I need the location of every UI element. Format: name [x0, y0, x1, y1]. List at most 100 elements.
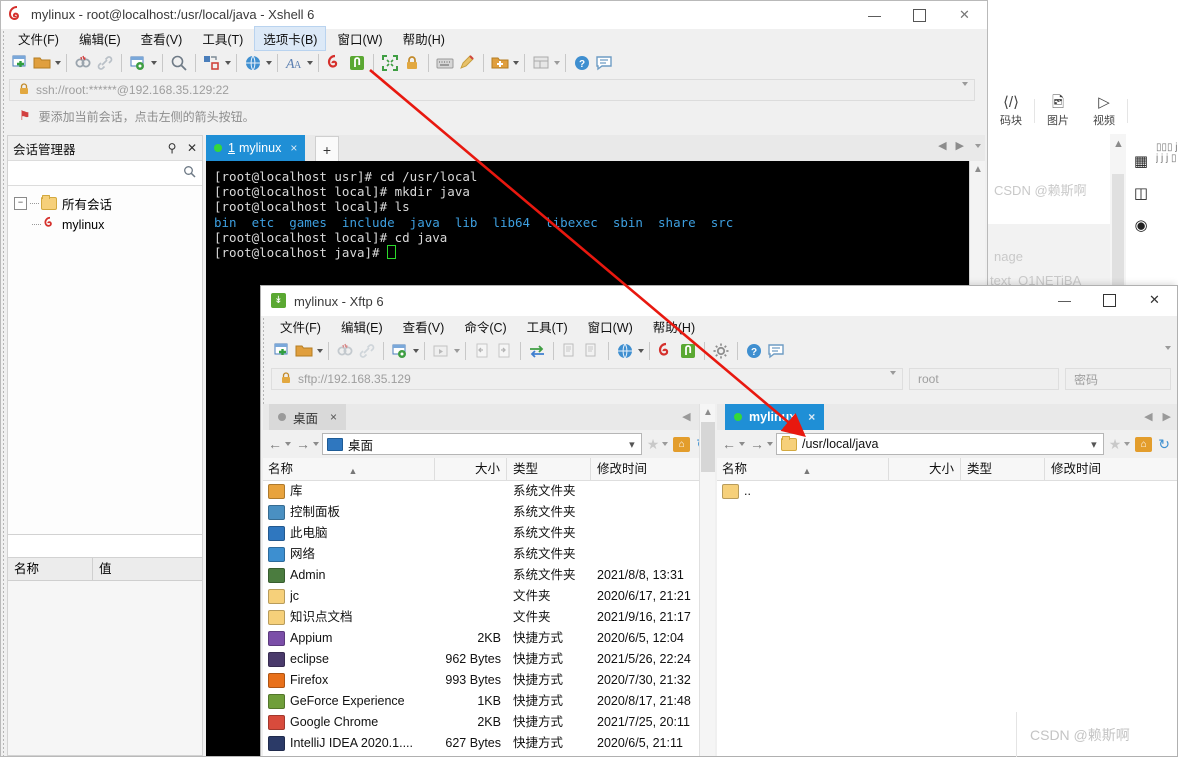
menu-tools[interactable]: 工具(T) [193, 26, 252, 51]
remote-path-input[interactable]: /usr/local/java ▾ [776, 433, 1104, 455]
open-folder-icon[interactable] [31, 52, 53, 74]
tab-close-icon[interactable]: × [330, 410, 337, 424]
table-row[interactable]: 控制面板 系统文件夹 [263, 502, 715, 523]
scrollbar-thumb[interactable] [701, 422, 715, 472]
remote-file-list[interactable]: .. [717, 481, 1177, 502]
properties-dropdown-icon[interactable] [413, 349, 419, 353]
tab-scroll-left-icon[interactable]: ◀ [938, 139, 946, 152]
scroll-up-icon[interactable]: ▲ [703, 407, 713, 418]
search-icon[interactable] [168, 52, 190, 74]
globe-icon[interactable] [614, 340, 636, 362]
column-modified[interactable]: 修改时间 [591, 458, 715, 480]
home-folder-icon[interactable]: ⌂ [673, 436, 691, 452]
column-size[interactable]: 大小 [435, 458, 507, 480]
menu-edit[interactable]: 编辑(E) [70, 26, 130, 51]
keyboard-icon[interactable] [434, 52, 456, 74]
add-folder-dropdown-icon[interactable] [513, 61, 519, 65]
forward-dropdown-icon[interactable] [313, 442, 319, 446]
fullscreen-icon[interactable] [379, 52, 401, 74]
sync-transfer-icon[interactable] [526, 340, 548, 362]
table-row[interactable]: Firefox 993 Bytes 快捷方式 2020/7/30, 21:32 [263, 670, 715, 691]
terminal-tab-strip[interactable]: 1 mylinux × + ◀ ▶ [206, 135, 985, 162]
menu-edit[interactable]: 编辑(E) [332, 314, 392, 339]
transfer-left-icon[interactable] [471, 340, 493, 362]
video-icon[interactable]: ▷ 视频 [1081, 95, 1127, 128]
close-button[interactable]: ✕ [942, 1, 987, 29]
disconnect-icon[interactable] [72, 52, 94, 74]
transfer-dropdown-icon[interactable] [225, 61, 231, 65]
layout-icon[interactable] [530, 52, 552, 74]
menu-tabs[interactable]: 选项卡(B) [254, 25, 327, 51]
tab-close-icon[interactable]: × [290, 141, 297, 155]
xshell-window-buttons[interactable]: — ✕ [852, 1, 987, 29]
tab-mylinux[interactable]: 1 mylinux × [206, 135, 306, 161]
minimize-button[interactable]: — [1042, 286, 1087, 314]
expand-collapse-icon[interactable]: − [14, 197, 27, 210]
xftp-local-pane[interactable]: 桌面 × ◀ ▶ ← → 桌面 ▾ ★ ⌂ ↻ 名称 [263, 404, 715, 756]
xftp-window-buttons[interactable]: — ✕ [1042, 286, 1177, 314]
local-list-header[interactable]: 名称 ▲ 大小 类型 修改时间 [263, 458, 715, 481]
font-dropdown-icon[interactable] [307, 61, 313, 65]
column-type[interactable]: 类型 [507, 458, 591, 480]
new-session-icon[interactable] [9, 52, 31, 74]
highlight-pen-icon[interactable] [456, 52, 478, 74]
menu-file[interactable]: 文件(F) [9, 26, 68, 51]
menu-tools[interactable]: 工具(T) [518, 314, 577, 339]
xshell-address-bar[interactable]: ssh://root:******@192.168.35.129:22 [9, 79, 975, 101]
globe-icon[interactable] [242, 52, 264, 74]
session-properties-icon[interactable] [127, 52, 149, 74]
xftp-title-bar[interactable]: ↡ mylinux - Xftp 6 — ✕ [261, 286, 1177, 316]
forward-dropdown-icon[interactable] [767, 442, 773, 446]
disconnect-icon[interactable] [334, 340, 356, 362]
bookmark-dropdown-icon[interactable] [1124, 442, 1131, 446]
url-dropdown-icon[interactable] [888, 371, 896, 389]
open-folder-icon[interactable] [293, 340, 315, 362]
back-dropdown-icon[interactable] [285, 442, 291, 446]
session-manager-close-icon[interactable]: ✕ [182, 141, 202, 155]
scroll-up-icon[interactable]: ▲ [973, 164, 983, 175]
toolbar-overflow-icon[interactable] [1165, 346, 1171, 350]
column-name[interactable]: 名称 ▲ [263, 458, 435, 480]
settings-gear-icon[interactable] [710, 340, 732, 362]
column-name[interactable]: 名称 ▲ [717, 458, 889, 480]
minimize-button[interactable]: — [852, 1, 897, 29]
layout-single-icon[interactable]: ▦ [1134, 152, 1148, 170]
menu-view[interactable]: 查看(V) [132, 26, 192, 51]
forward-button[interactable]: → [748, 434, 766, 454]
session-properties-icon[interactable] [389, 340, 411, 362]
xshell-menu-bar[interactable]: 文件(F) 编辑(E) 查看(V) 工具(T) 选项卡(B) 窗口(W) 帮助(… [9, 25, 985, 51]
xftp-app-icon[interactable] [677, 340, 699, 362]
session-properties-panel[interactable]: 名称 值 [7, 535, 203, 756]
copy-icon[interactable] [559, 340, 581, 362]
menu-help[interactable]: 帮助(H) [644, 314, 704, 339]
table-row[interactable]: 库 系统文件夹 [263, 481, 715, 502]
local-file-list[interactable]: 库系统文件夹 控制面板 系统文件夹 此电脑 系统文件夹 网络 系统文件夹 Admin 系统文件夹… [263, 481, 715, 754]
maximize-button[interactable] [897, 1, 942, 29]
menu-window[interactable]: 窗口(W) [328, 26, 391, 51]
home-folder-icon[interactable]: ⌂ [1135, 436, 1153, 452]
table-row[interactable]: jc 文件夹 2020/6/17, 21:21 [263, 586, 715, 607]
xftp-connection-bar[interactable]: sftp://192.168.35.129 root 密码 [271, 368, 1171, 390]
column-type[interactable]: 类型 [961, 458, 1045, 480]
remote-list-header[interactable]: 名称 ▲ 大小 类型 修改时间 [717, 458, 1177, 481]
tab-nav-controls[interactable]: ◀ ▶ [938, 139, 981, 152]
xftp-username-field[interactable]: root [909, 368, 1059, 390]
scroll-up-icon[interactable]: ▲ [1113, 138, 1124, 150]
table-row[interactable]: 网络 系统文件夹 [263, 544, 715, 565]
pin-icon[interactable]: ⚲ [162, 141, 182, 155]
session-search-box[interactable] [8, 161, 202, 186]
tab-scroll-left-icon[interactable]: ◀ [1144, 410, 1152, 423]
xftp-password-field[interactable]: 密码 [1065, 368, 1171, 390]
local-scrollbar[interactable]: ▲ [699, 404, 715, 756]
properties-dropdown-icon[interactable] [151, 61, 157, 65]
run-icon[interactable] [430, 340, 452, 362]
table-row[interactable]: 知识点文档 文件夹 2021/9/16, 21:17 [263, 607, 715, 628]
table-row[interactable]: eclipse 962 Bytes 快捷方式 2021/5/26, 22:24 [263, 649, 715, 670]
session-tree[interactable]: − 所有会话 mylinux [8, 186, 202, 235]
globe-dropdown-icon[interactable] [638, 349, 644, 353]
column-size[interactable]: 大小 [889, 458, 961, 480]
address-dropdown-icon[interactable] [960, 82, 968, 100]
layout-dropdown-icon[interactable] [554, 61, 560, 65]
menu-view[interactable]: 查看(V) [394, 314, 454, 339]
tab-scroll-left-icon[interactable]: ◀ [682, 410, 690, 423]
